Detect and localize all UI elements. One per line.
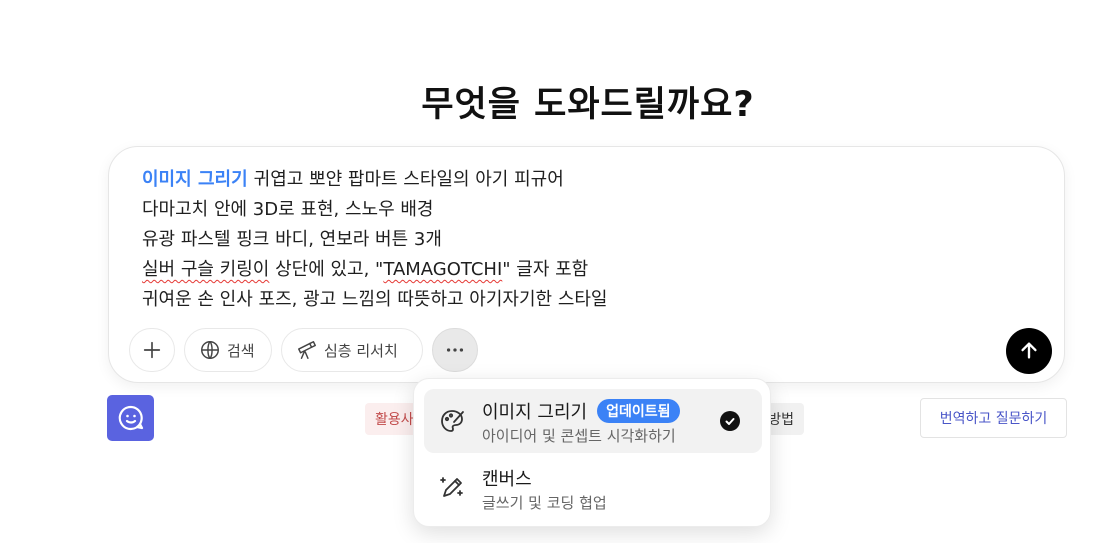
prompt-composer[interactable]: 이미지 그리기 귀엽고 뽀얀 팝마트 스타일의 아기 피규어 다마고치 안에 3D… — [108, 146, 1065, 383]
more-tools-button[interactable] — [432, 328, 478, 372]
search-label: 검색 — [227, 341, 255, 360]
selected-check-icon — [720, 411, 740, 431]
menu-item-image-drawing[interactable]: 이미지 그리기 업데이트됨 아이디어 및 콘셉트 시각화하기 — [424, 389, 762, 453]
image-drawing-title: 이미지 그리기 — [482, 402, 588, 423]
translate-and-ask-button[interactable]: 번역하고 질문하기 — [920, 398, 1067, 438]
assistant-bot-button[interactable] — [107, 395, 154, 441]
telescope-icon — [298, 341, 316, 359]
image-drawing-description: 아이디어 및 콘셉트 시각화하기 — [482, 427, 676, 445]
plus-icon — [143, 341, 161, 359]
prompt-line-4-mid: 상단에 있고, " — [269, 259, 384, 280]
send-button[interactable] — [1006, 328, 1052, 374]
prompt-line-3: 유광 파스텔 핑크 바디, 연보라 버튼 3개 — [142, 229, 442, 250]
canvas-title: 캔버스 — [482, 469, 532, 490]
prompt-line-2: 다마고치 안에 3D로 표현, 스노우 배경 — [142, 199, 434, 220]
image-tool-tag[interactable]: 이미지 그리기 — [142, 169, 248, 190]
prompt-line-1-text: 귀엽고 뽀얀 팝마트 스타일의 아기 피규어 — [253, 169, 564, 190]
menu-item-title: 이미지 그리기 업데이트됨 — [482, 398, 680, 424]
paint-palette-icon — [441, 410, 464, 432]
deep-research-button[interactable]: 심층 리서치 — [281, 328, 423, 372]
deep-research-label: 심층 리서치 — [324, 341, 398, 360]
more-dots-icon — [446, 348, 464, 352]
prompt-line-4: 실버 구슬 키링이 상단에 있고, "TAMAGOTCHI" 글자 포함 — [142, 255, 1022, 285]
prompt-line-4-end: " 글자 포함 — [502, 259, 589, 280]
add-attachment-button[interactable] — [129, 328, 175, 372]
search-button[interactable]: 검색 — [184, 328, 272, 372]
misspelled-word: TAMAGOTCHI — [383, 259, 503, 280]
tools-dropdown-menu: 이미지 그리기 업데이트됨 아이디어 및 콘셉트 시각화하기 캔버스 글쓰기 및 … — [413, 378, 771, 527]
chat-bubble-face-icon — [118, 405, 143, 431]
prompt-text[interactable]: 이미지 그리기 귀엽고 뽀얀 팝마트 스타일의 아기 피규어 다마고치 안에 3D… — [142, 165, 1022, 315]
magic-pen-icon — [440, 477, 463, 497]
prompt-line-5: 귀여운 손 인사 포즈, 광고 느낌의 따뜻하고 아기자기한 스타일 — [142, 289, 608, 310]
misspelled-text: 실버 구슬 키링이 — [142, 259, 270, 280]
updated-badge: 업데이트됨 — [597, 399, 680, 423]
canvas-description: 글쓰기 및 코딩 협업 — [482, 494, 607, 512]
globe-icon — [201, 341, 219, 359]
prompt-line-1: 이미지 그리기 귀엽고 뽀얀 팝마트 스타일의 아기 피규어 — [142, 165, 1022, 195]
menu-item-canvas[interactable]: 캔버스 글쓰기 및 코딩 협업 — [424, 456, 762, 520]
arrow-up-icon — [1021, 342, 1037, 359]
page-title: 무엇을 도와드릴까요? — [421, 85, 755, 125]
